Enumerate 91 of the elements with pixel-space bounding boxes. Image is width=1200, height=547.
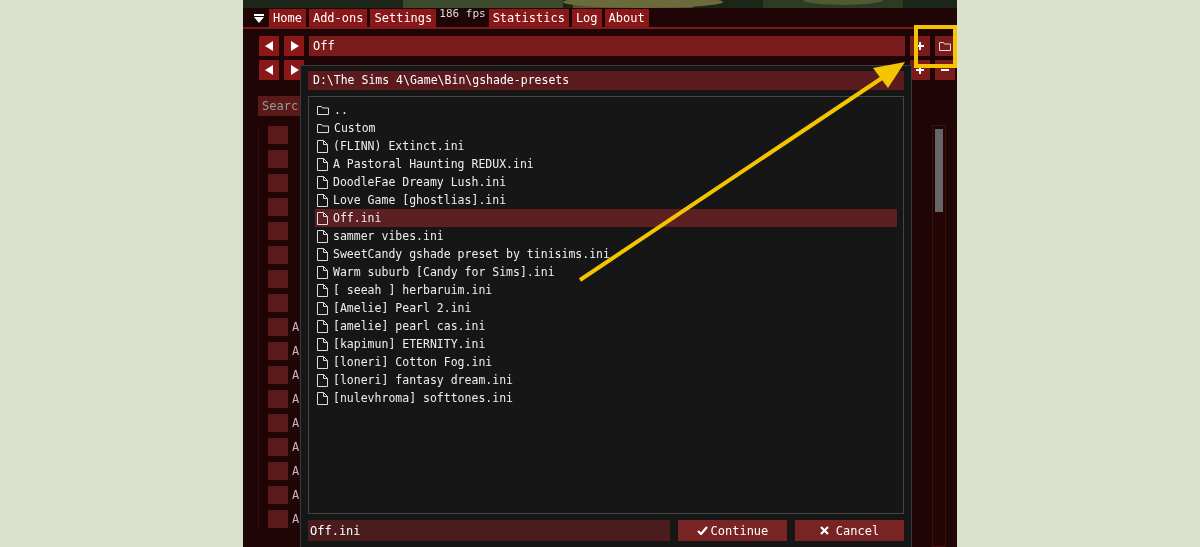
file-entry[interactable]: [amelie] pearl cas.ini bbox=[315, 317, 897, 335]
technique-checkbox[interactable] bbox=[268, 294, 288, 312]
technique-checkbox[interactable] bbox=[268, 486, 288, 504]
technique-checkbox[interactable] bbox=[268, 510, 288, 528]
tab[interactable]: Statistics bbox=[488, 9, 569, 27]
next-button[interactable] bbox=[284, 36, 304, 56]
tab[interactable]: Home bbox=[269, 9, 306, 27]
technique-name: A bbox=[292, 392, 300, 406]
open-folder-button[interactable] bbox=[935, 36, 955, 56]
file-entry[interactable]: A Pastoral Haunting REDUX.ini bbox=[315, 155, 897, 173]
file-icon bbox=[317, 265, 328, 279]
technique-checkbox[interactable] bbox=[268, 126, 288, 144]
folder-icon bbox=[317, 123, 329, 133]
file-entry[interactable]: sammer vibes.ini bbox=[315, 227, 897, 245]
technique-name: A bbox=[292, 512, 300, 526]
file-icon bbox=[317, 373, 328, 387]
check-icon bbox=[696, 526, 708, 535]
technique-checkbox[interactable] bbox=[268, 318, 288, 336]
file-icon bbox=[317, 301, 328, 315]
technique-name: A bbox=[292, 416, 300, 430]
plus-icon bbox=[916, 66, 924, 74]
file-icon bbox=[317, 175, 328, 189]
plus-icon bbox=[916, 42, 924, 50]
technique-name: A bbox=[292, 464, 300, 478]
file-entry[interactable]: SweetCandy gshade preset by tinisims.ini bbox=[315, 245, 897, 263]
file-entry[interactable]: [loneri] fantasy dream.ini bbox=[315, 371, 897, 389]
right-arrow-icon bbox=[289, 41, 299, 51]
file-entry[interactable]: Custom bbox=[315, 119, 897, 137]
scrollbar[interactable] bbox=[932, 125, 946, 547]
file-entry[interactable]: [nulevhroma] softtones.ini bbox=[315, 389, 897, 407]
technique-name: A bbox=[292, 440, 300, 454]
scrollbar-thumb[interactable] bbox=[935, 129, 943, 212]
technique-name: A bbox=[292, 488, 300, 502]
close-icon bbox=[819, 526, 829, 535]
left-arrow-icon bbox=[264, 65, 274, 75]
tab[interactable]: About bbox=[604, 9, 649, 27]
minus-icon bbox=[941, 69, 949, 71]
file-icon bbox=[317, 247, 328, 261]
technique-checkbox[interactable] bbox=[268, 270, 288, 288]
technique-checkbox[interactable] bbox=[268, 174, 288, 192]
technique-name: A bbox=[292, 344, 300, 358]
technique-checkbox[interactable] bbox=[268, 414, 288, 432]
previous-button[interactable] bbox=[259, 60, 279, 80]
file-entry[interactable]: .. bbox=[315, 101, 897, 119]
right-arrow-icon bbox=[289, 65, 299, 75]
cancel-button[interactable]: Cancel bbox=[794, 520, 904, 541]
file-entry[interactable]: DoodleFae Dreamy Lush.ini bbox=[315, 173, 897, 191]
file-icon bbox=[317, 355, 328, 369]
technique-checkbox[interactable] bbox=[268, 198, 288, 216]
fps-counter: 186 fps bbox=[439, 8, 486, 20]
file-icon bbox=[317, 229, 328, 243]
technique-checkbox[interactable] bbox=[268, 438, 288, 456]
file-entry[interactable]: [kapimun] ETERNITY.ini bbox=[315, 335, 897, 353]
menu-icon bbox=[254, 13, 264, 23]
file-entry[interactable]: [Amelie] Pearl 2.ini bbox=[315, 299, 897, 317]
technique-checkbox[interactable] bbox=[268, 246, 288, 264]
file-icon bbox=[317, 337, 328, 351]
file-icon bbox=[317, 319, 328, 333]
file-entry[interactable]: Love Game [ghostlias].ini bbox=[315, 191, 897, 209]
technique-checkbox[interactable] bbox=[268, 222, 288, 240]
tab[interactable]: Add-ons bbox=[308, 9, 368, 27]
file-entry[interactable]: (FLINN) Extinct.ini bbox=[315, 137, 897, 155]
file-icon bbox=[317, 211, 328, 225]
search-field[interactable]: Searc bbox=[258, 96, 300, 116]
file-icon bbox=[317, 391, 328, 405]
file-entry[interactable]: [loneri] Cotton Fog.ini bbox=[315, 353, 897, 371]
technique-checkbox[interactable] bbox=[268, 390, 288, 408]
file-entry[interactable]: Off.ini bbox=[315, 209, 897, 227]
technique-checkbox[interactable] bbox=[268, 342, 288, 360]
technique-checkbox[interactable] bbox=[268, 150, 288, 168]
technique-name: A bbox=[292, 320, 300, 334]
folder-icon bbox=[317, 105, 329, 115]
tab[interactable]: Settings bbox=[370, 9, 437, 27]
preset-field[interactable]: Off bbox=[309, 36, 905, 56]
path-bar: D:\The Sims 4\Game\Bin\gshade-presets bbox=[308, 71, 904, 90]
file-icon bbox=[317, 283, 328, 297]
technique-name: A bbox=[292, 368, 300, 382]
technique-checkbox[interactable] bbox=[268, 366, 288, 384]
file-icon bbox=[317, 193, 328, 207]
file-entry[interactable]: [ seeah ] herbaruim.ini bbox=[315, 281, 897, 299]
left-arrow-icon bbox=[264, 41, 274, 51]
previous-button[interactable] bbox=[259, 36, 279, 56]
file-entry[interactable]: Warm suburb [Candy for Sims].ini bbox=[315, 263, 897, 281]
continue-button[interactable]: Continue bbox=[677, 520, 787, 541]
tab[interactable]: Log bbox=[571, 9, 602, 27]
technique-checkbox[interactable] bbox=[268, 462, 288, 480]
file-icon bbox=[317, 157, 328, 171]
folder-icon bbox=[939, 41, 951, 51]
file-icon bbox=[317, 139, 328, 153]
filename-field[interactable]: Off.ini bbox=[308, 520, 670, 541]
highlight-box bbox=[914, 25, 957, 68]
